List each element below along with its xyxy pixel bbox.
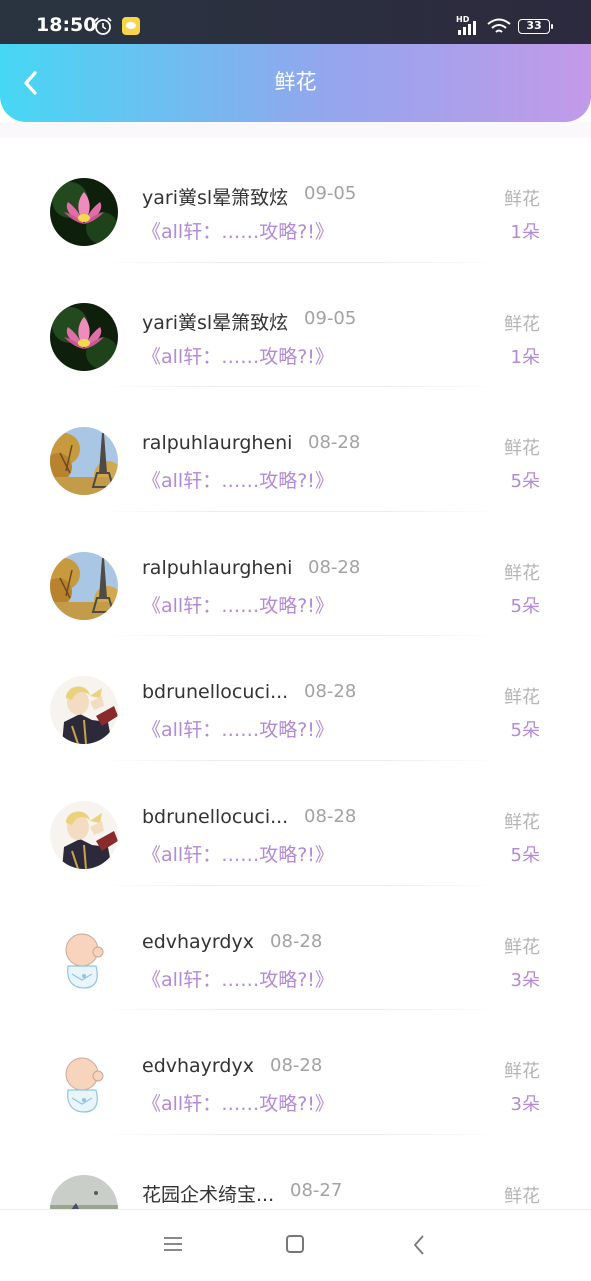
baby-avatar[interactable] <box>50 925 118 994</box>
gift-count: 5朵 <box>510 595 540 617</box>
gift-type-label: 鲜花 <box>504 1185 540 1207</box>
page-title: 鲜花 <box>274 70 317 94</box>
gift-date: 09-05 <box>304 307 357 329</box>
anime-avatar[interactable] <box>50 800 118 869</box>
gift-count: 1朵 <box>510 346 540 368</box>
book-title[interactable]: 《all轩：……攻略?!》 <box>142 840 334 867</box>
gift-count: 3朵 <box>510 1094 540 1116</box>
gift-type-label: 鲜花 <box>504 936 540 958</box>
list-item[interactable]: yari黉sl晕箫致炫 09-05 《all轩：……攻略?!》 鲜花 1朵 <box>0 263 591 388</box>
nav-back-icon[interactable] <box>412 1234 426 1256</box>
home-square-icon[interactable] <box>286 1235 304 1253</box>
wifi-icon <box>487 18 511 33</box>
header-bar: 鲜花 <box>0 44 591 122</box>
gift-date: 09-05 <box>304 183 357 204</box>
battery-icon: 33 <box>518 19 553 34</box>
gift-type-label: 鲜花 <box>504 1061 540 1083</box>
gift-type-label: 鲜花 <box>504 438 540 460</box>
list-item[interactable]: edvhayrdyx 08-28 《all轩：……攻略?!》 鲜花 3朵 <box>0 886 591 1011</box>
header-spacer <box>0 122 591 138</box>
book-title[interactable]: 《all轩：……攻略?!》 <box>142 466 334 493</box>
gift-type-label: 鲜花 <box>504 811 540 833</box>
gift-count: 5朵 <box>510 471 540 493</box>
user-name[interactable]: bdrunellocuci... <box>142 806 288 828</box>
list-item[interactable]: 花园企术绮宝... 08-27 鲜花 <box>0 1135 591 1209</box>
book-title[interactable]: 《all轩：……攻略?!》 <box>142 591 334 618</box>
list-item[interactable]: ralpuhlaurgheni 08-28 《all轩：……攻略?!》 鲜花 5朵 <box>0 387 591 512</box>
book-title[interactable]: 《all轩：……攻略?!》 <box>142 1089 334 1116</box>
menu-icon[interactable] <box>163 1236 183 1252</box>
gift-date: 08-27 <box>290 1179 343 1201</box>
lotus-avatar[interactable] <box>50 302 118 371</box>
signal-icon <box>458 21 476 35</box>
gift-count: 5朵 <box>510 720 540 742</box>
user-name[interactable]: ralpuhlaurgheni <box>142 432 292 454</box>
book-title[interactable]: 《all轩：……攻略?!》 <box>142 715 334 742</box>
list-item[interactable]: bdrunellocuci... 08-28 《all轩：……攻略?!》 鲜花 5朵 <box>0 636 591 761</box>
gift-date: 08-28 <box>308 556 361 578</box>
list-item[interactable]: bdrunellocuci... 08-28 《all轩：……攻略?!》 鲜花 5朵 <box>0 761 591 886</box>
user-name[interactable]: bdrunellocuci... <box>142 681 288 703</box>
status-time: 18:50 <box>36 14 97 36</box>
gift-type-label: 鲜花 <box>504 687 540 709</box>
gift-count: 5朵 <box>510 844 540 866</box>
gift-count: 1朵 <box>510 222 540 243</box>
gift-count: 3朵 <box>510 969 540 991</box>
system-navigation-bar <box>0 1209 591 1281</box>
landscape-avatar[interactable] <box>50 1174 118 1209</box>
gift-date: 08-28 <box>270 1055 323 1077</box>
list-item[interactable]: ralpuhlaurgheni 08-28 《all轩：……攻略?!》 鲜花 5朵 <box>0 512 591 637</box>
anime-avatar[interactable] <box>50 676 118 745</box>
eiffel-avatar[interactable] <box>50 551 118 620</box>
book-title[interactable]: 《all轩：……攻略?!》 <box>142 965 334 992</box>
alarm-icon <box>94 17 112 35</box>
user-name[interactable]: yari黉sl晕箫致炫 <box>142 308 288 335</box>
user-name[interactable]: edvhayrdyx <box>142 1055 254 1077</box>
list-item[interactable]: yari黉sl晕箫致炫 09-05 《all轩：……攻略?!》 鲜花 1朵 <box>0 138 591 263</box>
user-name[interactable]: yari黉sl晕箫致炫 <box>142 183 288 210</box>
gift-type-label: 鲜花 <box>504 562 540 584</box>
app-notification-icon <box>122 17 140 35</box>
user-name[interactable]: edvhayrdyx <box>142 931 254 953</box>
gift-date: 08-28 <box>308 432 361 454</box>
gift-date: 08-28 <box>270 930 323 952</box>
gift-date: 08-28 <box>304 681 357 703</box>
user-name[interactable]: 花园企术绮宝... <box>142 1180 274 1207</box>
user-name[interactable]: ralpuhlaurgheni <box>142 557 292 579</box>
gift-type-label: 鲜花 <box>504 313 540 335</box>
eiffel-avatar[interactable] <box>50 427 118 496</box>
gift-date: 08-28 <box>304 805 357 827</box>
lotus-avatar[interactable] <box>50 178 118 246</box>
list-item[interactable]: edvhayrdyx 08-28 《all轩：……攻略?!》 鲜花 3朵 <box>0 1010 591 1135</box>
status-bar: 18:50 HD 33 <box>0 0 591 44</box>
book-title[interactable]: 《all轩：……攻略?!》 <box>142 342 334 369</box>
gift-type-label: 鲜花 <box>504 189 540 210</box>
baby-avatar[interactable] <box>50 1050 118 1119</box>
flower-gift-list: yari黉sl晕箫致炫 09-05 《all轩：……攻略?!》 鲜花 1朵 yari黉s… <box>0 138 591 1209</box>
book-title[interactable]: 《all轩：……攻略?!》 <box>142 217 334 244</box>
